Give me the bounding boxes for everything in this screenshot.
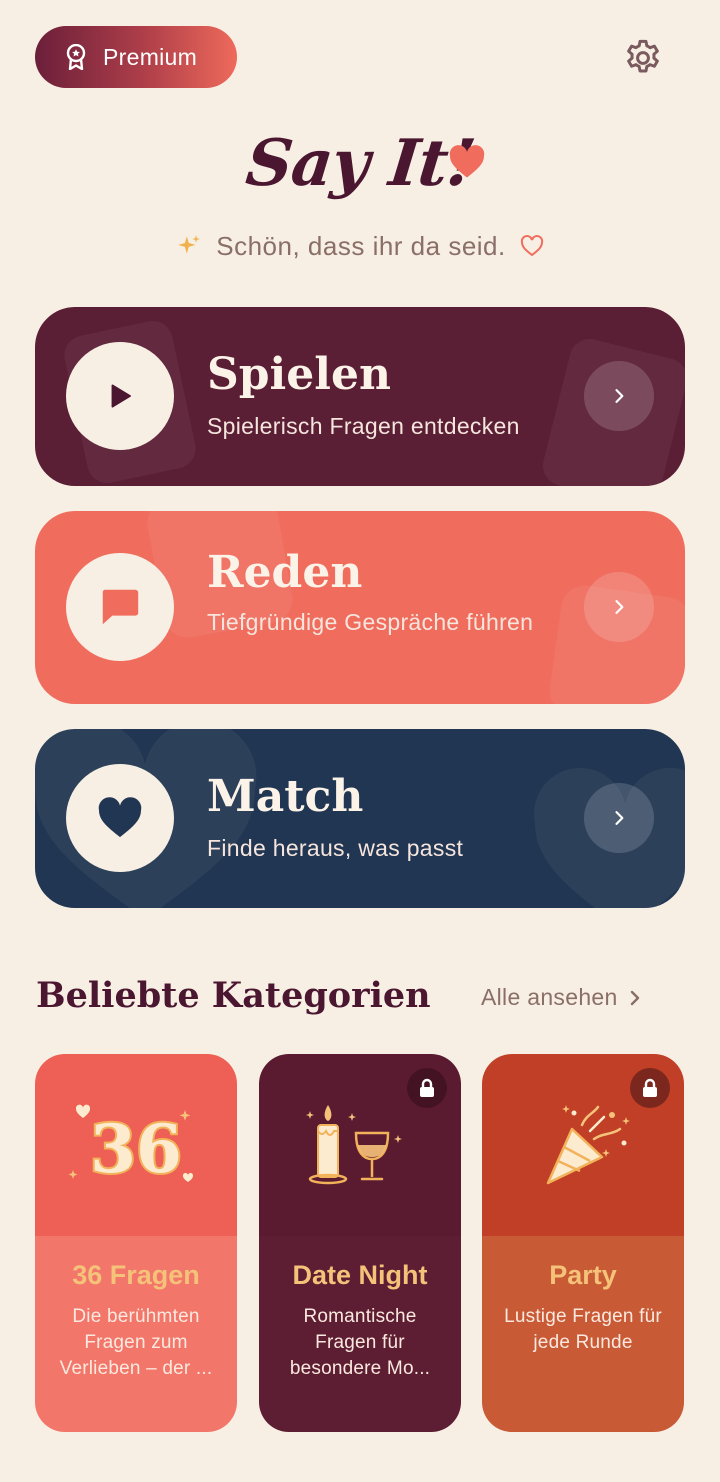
heart-icon — [98, 797, 142, 838]
heart-outline-icon — [520, 235, 543, 257]
chat-bubble-icon — [102, 589, 139, 625]
award-ribbon-icon — [66, 44, 86, 70]
home-screen: Premium Say It! Schön, dass ihr da seid. — [0, 0, 720, 1482]
category-card-party[interactable]: Party Lustige Fragen für jede Runde — [482, 1054, 684, 1432]
category-card-36-fragen[interactable]: 36 36 Fragen Die berühmten Fragen zum Ve… — [35, 1054, 237, 1432]
category-card-date-night[interactable]: Date Night Romantische Fragen für besond… — [259, 1054, 461, 1432]
heart-icon-circle — [66, 764, 174, 872]
number-36-badge-icon: 36 — [68, 1104, 194, 1190]
settings-button[interactable] — [622, 37, 664, 79]
mode-card-reden[interactable]: Reden Tiefgründige Gespräche führen — [35, 511, 685, 704]
lock-icon — [630, 1068, 670, 1108]
sparkle-icon — [178, 235, 201, 254]
mode-card-match[interactable]: Match Finde heraus, was passt — [35, 729, 685, 908]
tagline-text: Schön, dass ihr da seid. — [216, 230, 506, 261]
category-info: Date Night Romantische Fragen für besond… — [259, 1236, 461, 1432]
logo-heart-icon — [449, 145, 485, 178]
category-description: Die berühmten Fragen zum Verlieben – der… — [59, 1306, 213, 1379]
category-title: 36 Fragen — [72, 1260, 200, 1290]
mode-subtitle: Spielerisch Fragen entdecken — [207, 413, 520, 439]
category-description: Lustige Fragen für jede Runde — [504, 1306, 662, 1353]
badge-number: 36 — [90, 1110, 182, 1188]
mode-title: Reden — [207, 547, 363, 598]
chevron-right-icon[interactable] — [584, 572, 654, 642]
party-popper-icon — [546, 1105, 630, 1185]
mode-title: Match — [207, 771, 364, 822]
see-all-label: Alle ansehen — [481, 984, 618, 1010]
chevron-right-icon — [630, 990, 639, 1005]
chevron-right-icon[interactable] — [584, 361, 654, 431]
premium-button[interactable]: Premium — [35, 26, 237, 88]
tagline: Schön, dass ihr da seid. — [0, 226, 720, 266]
play-icon — [111, 384, 131, 408]
category-title: Date Night — [292, 1260, 428, 1290]
category-info: Party Lustige Fragen für jede Runde — [482, 1236, 684, 1432]
candle-wine-icon — [306, 1105, 402, 1185]
see-all-link[interactable]: Alle ansehen — [481, 984, 642, 1011]
play-icon-circle — [66, 342, 174, 450]
mode-card-spielen[interactable]: Spielen Spielerisch Fragen entdecken — [35, 307, 685, 486]
logo-text: Say It! — [242, 126, 479, 201]
gear-icon — [627, 39, 659, 73]
app-logo: Say It! — [0, 118, 720, 218]
mode-title: Spielen — [207, 349, 391, 400]
section-title: Beliebte Kategorien — [36, 975, 431, 1016]
chevron-right-icon[interactable] — [584, 783, 654, 853]
category-description: Romantische Fragen für besondere Mo... — [289, 1306, 431, 1379]
chat-icon-circle — [66, 553, 174, 661]
premium-label: Premium — [103, 43, 198, 70]
category-title: Party — [549, 1260, 617, 1290]
category-illustration: 36 — [35, 1054, 237, 1236]
mode-subtitle: Finde heraus, was passt — [207, 835, 464, 861]
mode-subtitle: Tiefgründige Gespräche führen — [207, 609, 534, 635]
category-info: 36 Fragen Die berühmten Fragen zum Verli… — [35, 1236, 237, 1432]
lock-icon — [407, 1068, 447, 1108]
